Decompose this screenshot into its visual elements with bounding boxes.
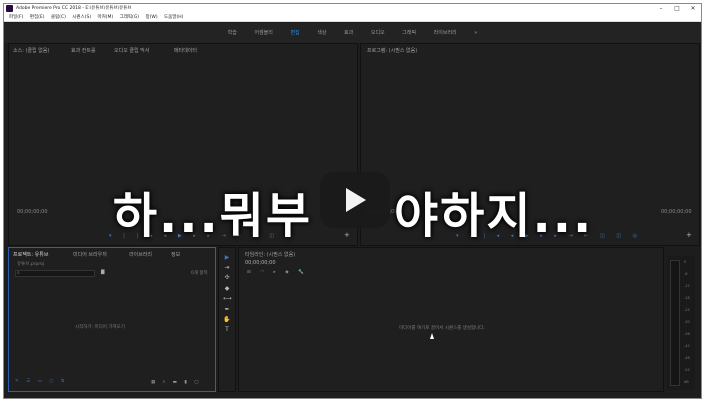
project-search-input[interactable]: ⌕ <box>15 270 95 277</box>
meter-scale-label: -48 <box>684 356 690 360</box>
timeline-tools[interactable]: ⊟ ◠ ▸ ◆ 🔧 <box>247 270 308 275</box>
tab-info[interactable]: 정보 <box>171 251 180 258</box>
project-file-name: 유튜브.prproj <box>17 262 45 267</box>
meter-scale-label: 0 <box>684 260 687 264</box>
timeline-timecode: 00;00;00;00 <box>245 260 276 266</box>
tab-libraries[interactable]: 라이브러리 <box>129 251 152 258</box>
ripple-edit-tool-icon[interactable]: ✣ <box>223 274 231 281</box>
track-select-tool-icon[interactable]: ⇥ <box>223 264 231 271</box>
window-title: Adobe Premiere Pro CC 2018 - E:\유튜브\유튜브\… <box>16 6 132 11</box>
menu-graphics[interactable]: 그래픽(G) <box>120 15 139 20</box>
caption-right: 야하지... <box>394 188 594 244</box>
tab-audio-clip-mixer[interactable]: 오디오 클립 믹서 <box>114 47 149 54</box>
caption-left: 하...뭐부 <box>112 188 312 244</box>
meter-scale-label: -42 <box>684 344 690 348</box>
search-icon: ⌕ <box>17 270 20 276</box>
audio-meter-bar <box>670 260 680 386</box>
menu-edit[interactable]: 편집(E) <box>30 15 45 20</box>
hand-tool-icon[interactable]: ✋ <box>223 316 231 323</box>
tab-effect-controls[interactable]: 효과 컨트롤 <box>71 47 96 54</box>
project-footer-controls[interactable]: ✎ ☰ ▭ ○ ⇅ <box>15 379 67 384</box>
project-footer-tools[interactable]: ▦ ⌕ ▬ ▮ ▢ <box>151 379 201 385</box>
timeline-empty-message[interactable]: 미디어를 여기로 끌어서 시퀀스를 생성합니다. <box>399 325 485 331</box>
meter-scale-label: -30 <box>684 320 690 324</box>
timeline-panel: 타임라인: (시퀀스 없음) 00;00;00;00 ⊟ ◠ ▸ ◆ 🔧 미디어… <box>238 247 664 392</box>
workspace-effects[interactable]: 효과 <box>344 23 353 43</box>
project-panel: 프로젝트: 유튜브 미디어 브라우저 라이브러리 정보 유튜브.prproj ⌕… <box>8 247 216 392</box>
meter-scale-label: dB <box>684 380 689 384</box>
workspace-more-button[interactable]: » <box>474 23 477 43</box>
title-bar: Adobe Premiere Pro CC 2018 - E:\유튜브\유튜브\… <box>4 4 701 13</box>
workspace-color[interactable]: 색상 <box>317 23 326 43</box>
maximize-button[interactable]: □ <box>670 4 684 13</box>
project-empty-message[interactable]: 시작하기: 미디어 가져오기 <box>75 324 125 330</box>
menu-window[interactable]: 창(W) <box>146 15 158 20</box>
project-items-count: 0개 항목 <box>191 271 208 276</box>
workspace-graphics[interactable]: 그래픽 <box>402 23 416 43</box>
meter-scale-label: -6 <box>684 272 688 276</box>
meter-scale-label: -12 <box>684 284 690 288</box>
tab-metadata[interactable]: 메타데이터 <box>174 47 197 54</box>
tab-project[interactable]: 프로젝트: 유튜브 <box>13 251 48 258</box>
video-play-button[interactable] <box>320 172 390 228</box>
minimize-button[interactable]: – <box>654 4 668 13</box>
meter-scale-label: -24 <box>684 308 690 312</box>
type-tool-icon[interactable]: T <box>223 326 231 333</box>
tab-media-browser[interactable]: 미디어 브라우저 <box>73 251 107 258</box>
menu-file[interactable]: 파일(F) <box>9 15 23 20</box>
workspace-bar: 학습 어셈블리 편집 색상 효과 오디오 그래픽 라이브러리 » <box>4 23 701 43</box>
workspace-editing[interactable]: 편집 <box>290 23 299 43</box>
tab-source[interactable]: 소스: (클립 없음) <box>13 47 49 54</box>
play-icon <box>346 188 366 212</box>
workspace-libraries[interactable]: 라이브러리 <box>434 23 457 43</box>
menu-help[interactable]: 도움말(H) <box>164 15 183 20</box>
pen-tool-icon[interactable]: ✒ <box>223 306 231 313</box>
selection-tool-icon[interactable]: ▶ <box>223 254 231 261</box>
menu-sequence[interactable]: 시퀀스(S) <box>72 15 91 20</box>
new-bin-icon[interactable]: ▇ <box>101 270 104 275</box>
slip-tool-icon[interactable]: ⟷ <box>223 295 232 302</box>
workspace-learning[interactable]: 학습 <box>228 23 237 43</box>
menu-bar: 파일(F) 편집(E) 클립(C) 시퀀스(S) 마커(M) 그래픽(G) 창(… <box>4 13 701 22</box>
mouse-cursor-icon <box>430 333 434 339</box>
app-icon <box>6 5 13 12</box>
tab-timeline[interactable]: 타임라인: (시퀀스 없음) <box>245 251 295 258</box>
audio-meter: 0 -6 -12 -18 -24 -30 -36 -42 -48 -54 dB <box>667 256 695 390</box>
razor-tool-icon[interactable]: ◆ <box>223 285 231 292</box>
meter-scale-label: -54 <box>684 368 690 372</box>
menu-clip[interactable]: 클립(C) <box>51 15 66 20</box>
tab-program[interactable]: 프로그램: (시퀀스 없음) <box>367 47 417 54</box>
meter-scale-label: -18 <box>684 296 690 300</box>
workspace-assembly[interactable]: 어셈블리 <box>254 23 272 43</box>
meter-scale-label: -36 <box>684 332 690 336</box>
workspace-audio[interactable]: 오디오 <box>371 23 385 43</box>
menu-marker[interactable]: 마커(M) <box>98 15 114 20</box>
close-button[interactable]: ✕ <box>686 4 700 13</box>
